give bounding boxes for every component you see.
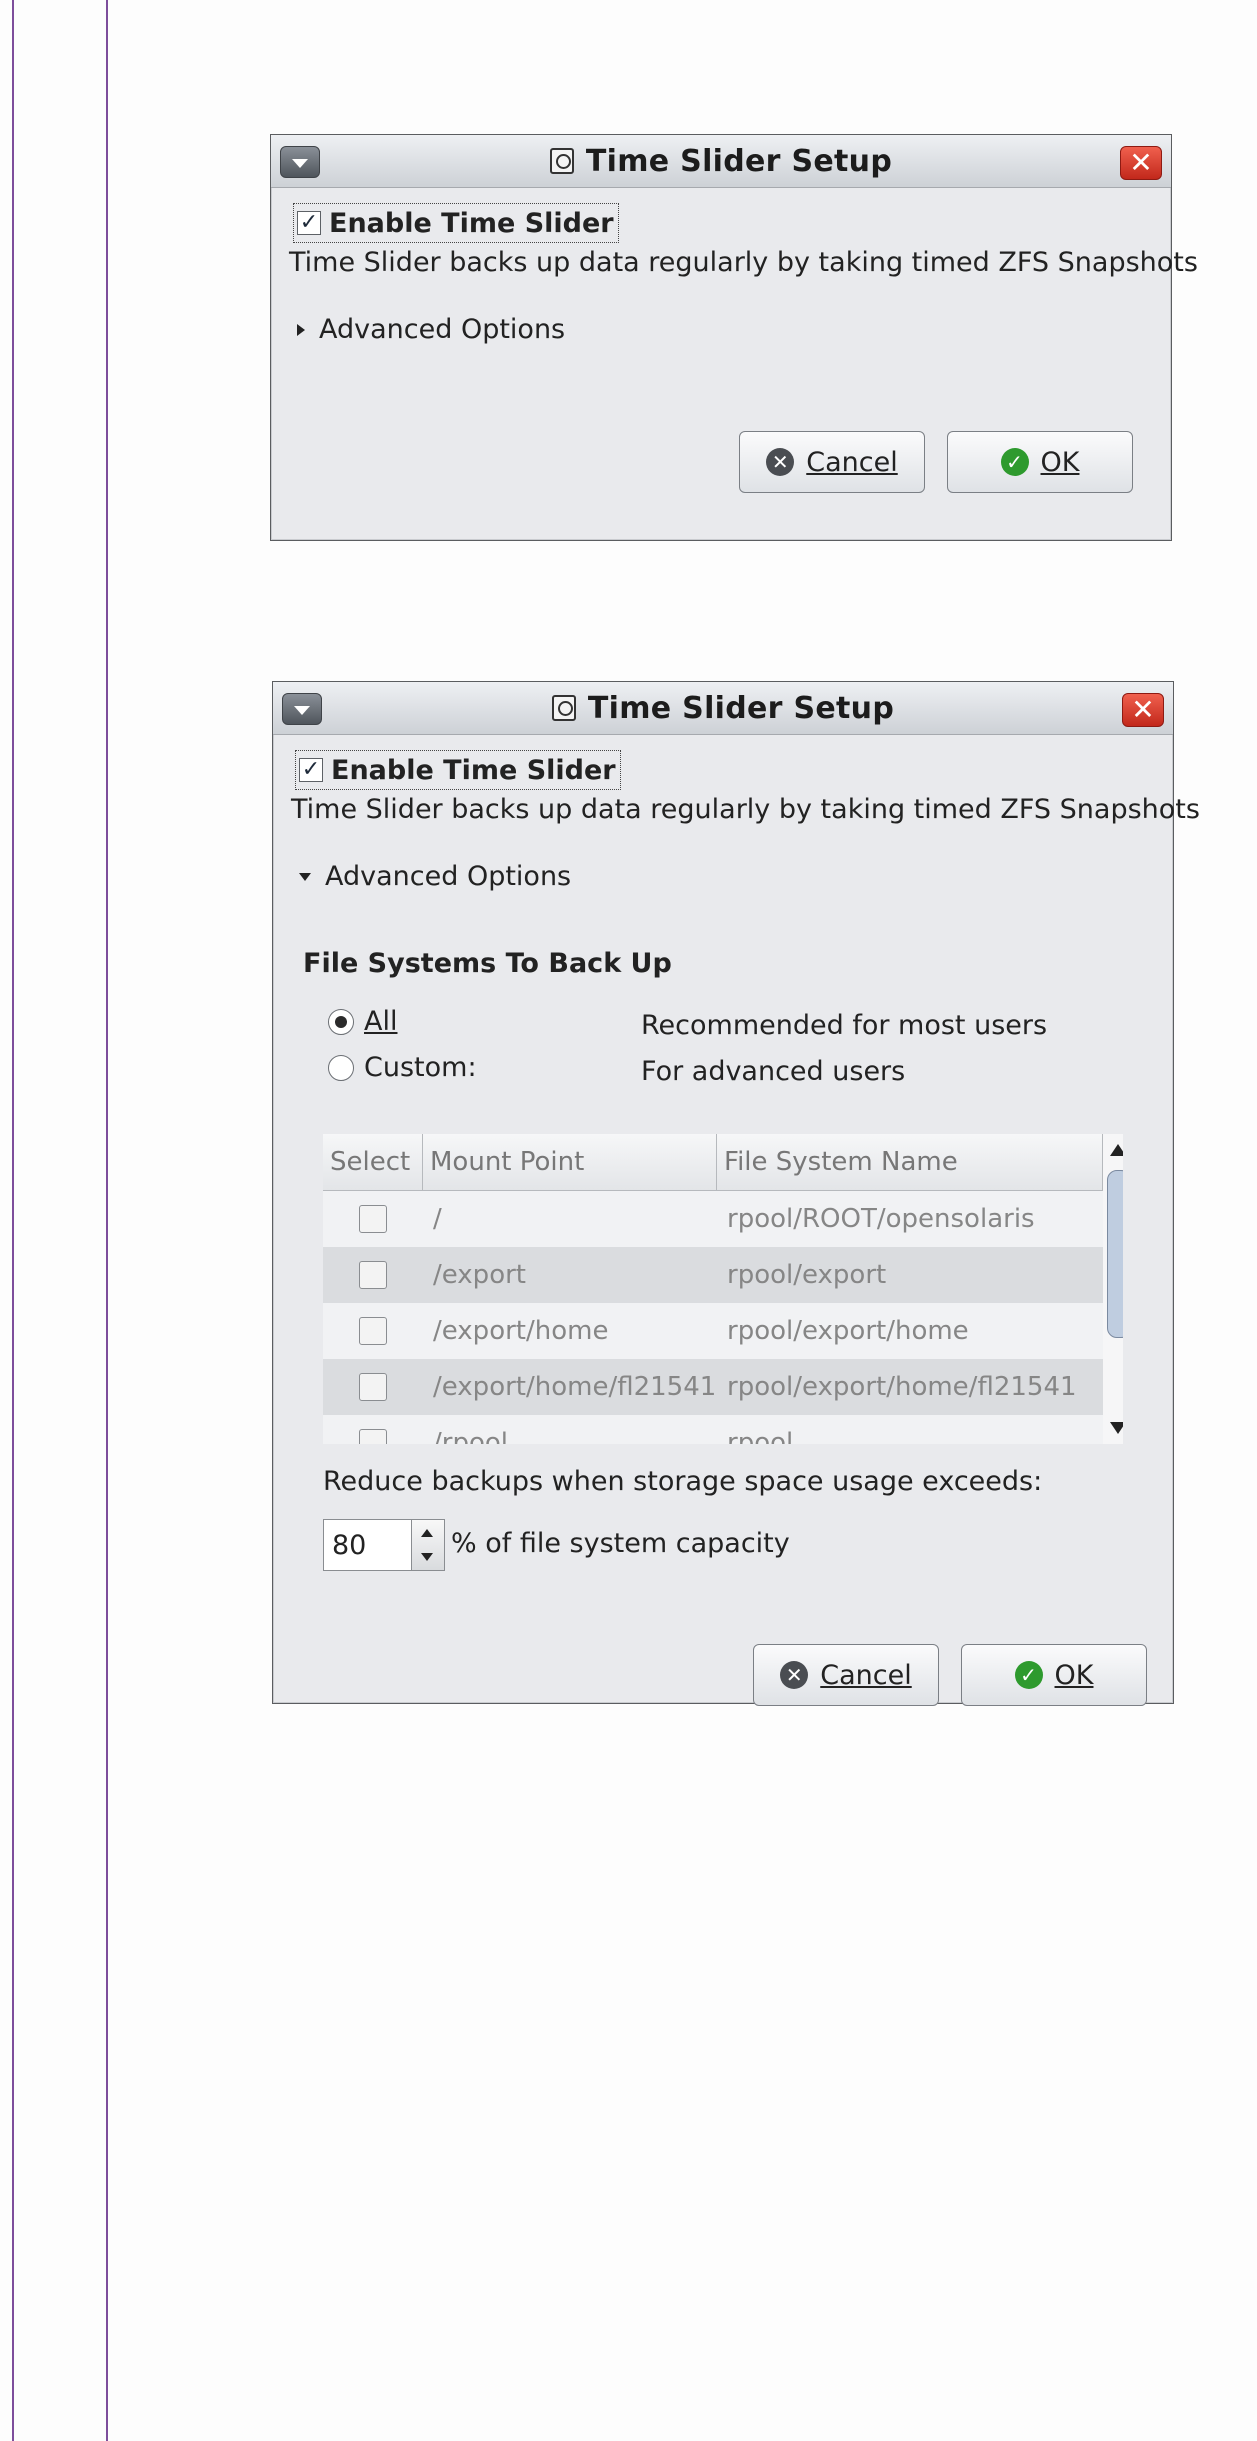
ok-label: OK — [1054, 1659, 1094, 1691]
row-select-checkbox[interactable] — [359, 1317, 387, 1345]
file-system-cell: rpool/export/home/fl21541 — [727, 1372, 1077, 1402]
ok-check-icon: ✓ — [1000, 448, 1029, 476]
table-header: Select Mount Point File System Name — [323, 1134, 1103, 1191]
ok-button[interactable]: ✓ OK — [961, 1644, 1147, 1706]
table-row: /rpool rpool — [323, 1415, 1103, 1444]
enable-time-slider-checkbox[interactable]: ✓ Enable Time Slider — [295, 750, 621, 790]
spin-up-icon[interactable] — [421, 1529, 433, 1537]
file-system-cell: rpool/ROOT/opensolaris — [727, 1204, 1035, 1234]
scrollbar-thumb[interactable] — [1107, 1170, 1123, 1338]
column-header-mount-point[interactable]: Mount Point — [423, 1134, 717, 1190]
radio-custom-label: Custom: — [364, 1052, 477, 1083]
scroll-up-icon[interactable] — [1110, 1144, 1123, 1156]
time-slider-dialog-expanded: Time Slider Setup ✕ ✓ Enable Time Slider… — [272, 681, 1200, 1706]
table-row: /export/home rpool/export/home — [323, 1303, 1103, 1359]
window-close-button[interactable]: ✕ — [1122, 693, 1164, 727]
window-title: Time Slider Setup — [587, 690, 895, 726]
table-row: /export/home/fl21541 rpool/export/home/f… — [323, 1359, 1103, 1415]
time-slider-app-icon — [549, 148, 574, 174]
title-bar: Time Slider Setup ✕ — [273, 682, 1173, 735]
close-icon: ✕ — [1131, 693, 1155, 726]
close-icon: ✕ — [1129, 146, 1153, 179]
ok-button[interactable]: ✓ OK — [947, 431, 1133, 493]
mount-point-cell: / — [433, 1204, 442, 1234]
file-systems-table: Select Mount Point File System Name / rp… — [323, 1134, 1123, 1444]
advanced-options-expander[interactable]: Advanced Options — [297, 314, 565, 345]
cancel-label: Cancel — [820, 1659, 912, 1691]
expander-collapsed-icon — [297, 323, 305, 336]
capacity-spinner[interactable]: 80 — [323, 1519, 445, 1571]
reduce-backups-label: Reduce backups when storage space usage … — [323, 1466, 1043, 1497]
scroll-down-icon[interactable] — [1110, 1422, 1123, 1434]
radio-custom-description: For advanced users — [641, 1056, 906, 1087]
time-slider-dialog-collapsed: Time Slider Setup ✕ ✓ Enable Time Slider… — [270, 134, 1198, 541]
mount-point-cell: /export — [433, 1260, 526, 1290]
description-text: Time Slider backs up data regularly by t… — [289, 247, 1198, 278]
column-header-select[interactable]: Select — [323, 1134, 423, 1190]
mount-point-cell: /rpool — [433, 1428, 508, 1444]
cancel-button[interactable]: ✕ Cancel — [739, 431, 925, 493]
expander-expanded-icon — [299, 872, 311, 881]
cancel-icon: ✕ — [766, 448, 795, 476]
checkmark-icon: ✓ — [297, 211, 321, 235]
enable-time-slider-checkbox[interactable]: ✓ Enable Time Slider — [293, 203, 619, 243]
radio-all[interactable]: All — [328, 1006, 397, 1037]
file-system-cell: rpool/export/home — [727, 1316, 969, 1346]
left-margin-rule — [12, 0, 14, 2441]
file-system-cell: rpool — [727, 1428, 794, 1444]
row-select-checkbox[interactable] — [359, 1373, 387, 1401]
mount-point-cell: /export/home/fl21541 — [433, 1372, 717, 1402]
advanced-options-expander[interactable]: Advanced Options — [299, 861, 571, 892]
right-margin-rule — [106, 0, 108, 2441]
row-select-checkbox[interactable] — [359, 1261, 387, 1289]
radio-all-label: All — [364, 1006, 398, 1037]
enable-time-slider-label: Enable Time Slider — [331, 754, 616, 786]
description-text: Time Slider backs up data regularly by t… — [291, 794, 1200, 825]
cancel-label: Cancel — [806, 446, 898, 478]
radio-all-description: Recommended for most users — [641, 1010, 1048, 1041]
radio-custom[interactable]: Custom: — [328, 1052, 477, 1083]
spin-down-icon[interactable] — [421, 1553, 433, 1561]
radio-selected-icon — [328, 1008, 354, 1035]
time-slider-app-icon — [551, 695, 576, 721]
window-close-button[interactable]: ✕ — [1120, 146, 1162, 180]
enable-time-slider-label: Enable Time Slider — [329, 207, 614, 239]
checkmark-icon: ✓ — [299, 758, 323, 782]
cancel-icon: ✕ — [780, 1661, 809, 1689]
window-title: Time Slider Setup — [585, 143, 893, 179]
capacity-value[interactable]: 80 — [324, 1530, 411, 1561]
mount-point-cell: /export/home — [433, 1316, 609, 1346]
radio-unselected-icon — [328, 1054, 354, 1081]
table-row: /export rpool/export — [323, 1247, 1103, 1303]
cancel-button[interactable]: ✕ Cancel — [753, 1644, 939, 1706]
ok-check-icon: ✓ — [1014, 1661, 1043, 1689]
row-select-checkbox[interactable] — [359, 1429, 387, 1444]
capacity-suffix-label: % of file system capacity — [451, 1528, 790, 1559]
ok-label: OK — [1040, 446, 1080, 478]
advanced-options-label: Advanced Options — [325, 861, 572, 892]
advanced-options-label: Advanced Options — [319, 314, 566, 345]
table-row: / rpool/ROOT/opensolaris — [323, 1191, 1103, 1247]
file-systems-section-title: File Systems To Back Up — [303, 948, 672, 979]
table-scrollbar[interactable] — [1103, 1134, 1123, 1444]
title-bar: Time Slider Setup ✕ — [271, 135, 1171, 188]
row-select-checkbox[interactable] — [359, 1205, 387, 1233]
file-system-cell: rpool/export — [727, 1260, 887, 1290]
column-header-file-system-name[interactable]: File System Name — [717, 1134, 1103, 1190]
